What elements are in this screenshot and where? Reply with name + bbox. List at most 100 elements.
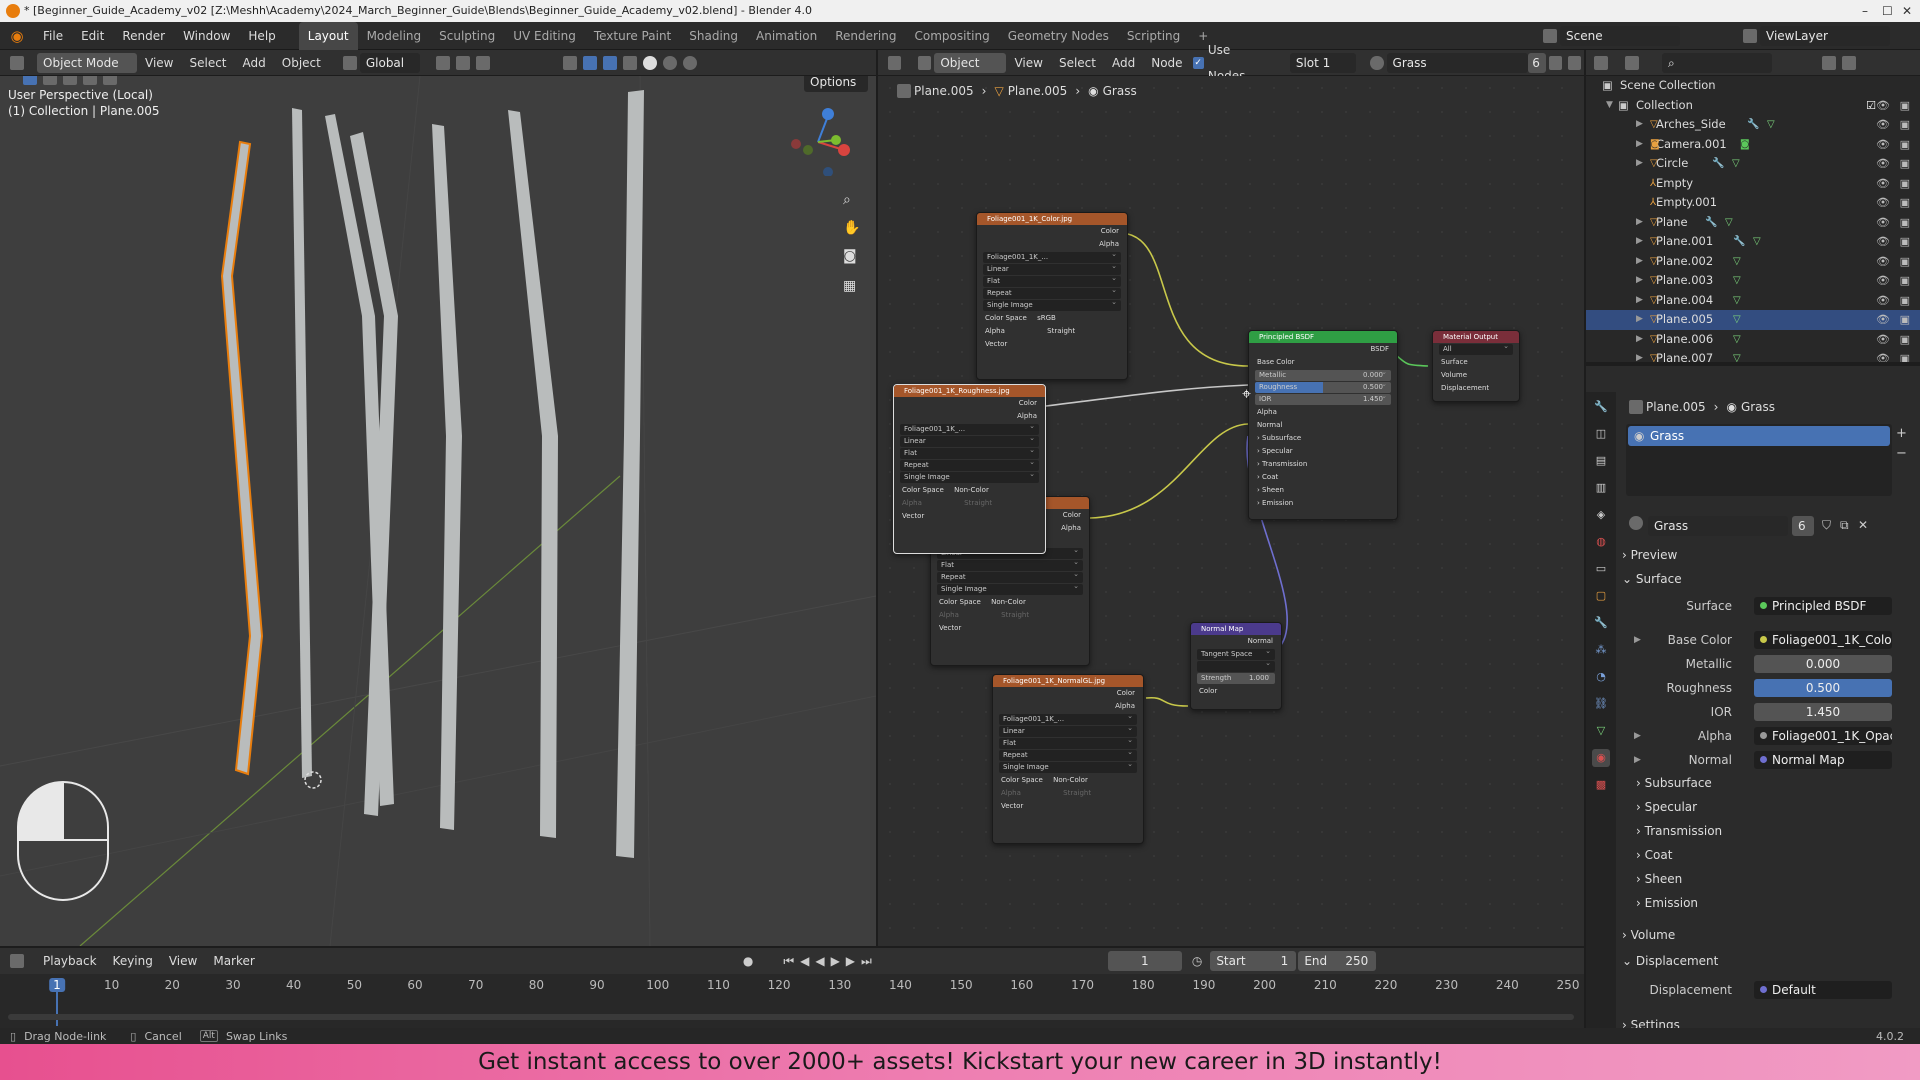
pivot-icon[interactable] xyxy=(435,55,450,70)
unlink-icon[interactable]: ✕ xyxy=(1858,518,1868,532)
expand-icon[interactable]: ▶ xyxy=(1636,252,1643,272)
mesh-data-icon[interactable]: ▽ xyxy=(1753,232,1761,252)
outliner-row[interactable]: ⅄ Empty 👁 ▣ xyxy=(1586,174,1920,194)
node-principled-bsdf[interactable]: Principled BSDF BSDF Base Color Metallic… xyxy=(1248,330,1398,520)
material-users-count[interactable]: 6 xyxy=(1528,52,1546,73)
mesh-data-icon[interactable]: ▽ xyxy=(1725,213,1733,233)
camera-render-icon[interactable]: ▣ xyxy=(1900,115,1910,135)
material-name-field[interactable]: Grass xyxy=(1386,52,1529,73)
source-dropdown[interactable]: Single Image xyxy=(900,469,1039,483)
options-button[interactable]: Options xyxy=(804,76,868,92)
expand-icon[interactable]: ▶ xyxy=(1636,154,1643,174)
ior-value[interactable]: 1.450 xyxy=(1363,394,1383,405)
image-field[interactable]: Foliage001_1K_... xyxy=(999,711,1137,725)
panel-subsurface[interactable]: › Subsurface xyxy=(1249,432,1397,445)
material-shading-icon[interactable] xyxy=(662,55,677,70)
source-dropdown[interactable]: Single Image xyxy=(937,581,1083,595)
camera-render-icon[interactable]: ▣ xyxy=(1900,252,1910,272)
extension-dropdown[interactable]: Repeat xyxy=(900,457,1039,471)
outliner-editor-icon[interactable] xyxy=(1594,55,1608,70)
metallic-value[interactable]: 0.000 xyxy=(1363,370,1383,381)
outliner-row[interactable]: ▶ ▽ Plane.007 ▽ 👁 ▣ xyxy=(1586,349,1920,362)
outliner-row[interactable]: ▶ ▽ Plane.003 ▽ 👁 ▣ xyxy=(1586,271,1920,291)
roughness-slider[interactable]: 0.500 xyxy=(1754,679,1892,697)
breadcrumb-material[interactable]: Grass xyxy=(1103,84,1137,98)
timeline-menu-marker[interactable]: Marker xyxy=(205,948,262,974)
tab-modeling[interactable]: Modeling xyxy=(358,22,431,50)
color-space-value[interactable]: sRGB xyxy=(1037,314,1056,322)
view-layer-tab-icon[interactable]: ▥ xyxy=(1592,479,1610,497)
section-displacement[interactable]: ⌄ Displacement xyxy=(1622,950,1912,972)
viewport-menu-add[interactable]: Add xyxy=(235,50,274,76)
timeline-scrollbar[interactable] xyxy=(8,1014,1574,1020)
end-frame-field[interactable]: End 250 xyxy=(1298,951,1377,971)
mesh-data-icon[interactable]: ▽ xyxy=(1767,115,1775,135)
outliner-row[interactable]: ▶ ▽ Arches_Side 🔧 ▽ 👁 ▣ xyxy=(1586,115,1920,135)
scene-selector[interactable]: Scene xyxy=(1560,26,1680,46)
display-mode-icon[interactable] xyxy=(1625,55,1639,70)
modifier-tab-icon[interactable]: 🔧 xyxy=(1592,614,1610,632)
tab-sculpting[interactable]: Sculpting xyxy=(430,22,504,50)
outliner-row[interactable]: ▶ ▽ Plane.004 ▽ 👁 ▣ xyxy=(1586,291,1920,311)
pan-hand-icon[interactable]: ✋ xyxy=(843,220,860,236)
viewport-menu-select[interactable]: Select xyxy=(181,50,234,76)
expand-icon[interactable]: ▶ xyxy=(1636,310,1643,330)
outliner-row-collection[interactable]: ▼ ▣ Collection ☑ 👁 ▣ xyxy=(1586,96,1920,116)
tab-scripting[interactable]: Scripting xyxy=(1118,22,1189,50)
playback-controls-icon[interactable]: ⏮◀◀▶▶⏭ xyxy=(783,954,878,969)
record-icon[interactable]: ● xyxy=(743,954,753,968)
modifier-icon[interactable]: 🔧 xyxy=(1705,213,1717,233)
camera-render-icon[interactable]: ▣ xyxy=(1900,213,1910,233)
filter-icon[interactable] xyxy=(1822,55,1836,70)
mesh-data-icon[interactable]: ▽ xyxy=(1733,330,1741,350)
expand-icon[interactable]: ▶ xyxy=(1634,630,1641,650)
expand-icon[interactable]: ▶ xyxy=(1636,232,1643,252)
gizmo-icon[interactable] xyxy=(582,55,597,70)
expand-icon[interactable]: ▶ xyxy=(1634,726,1641,746)
texture-tab-icon[interactable]: ▩ xyxy=(1592,776,1610,794)
expand-icon[interactable]: ▶ xyxy=(1636,271,1643,291)
viewport-menu-view[interactable]: View xyxy=(137,50,181,76)
menu-edit[interactable]: Edit xyxy=(72,22,113,50)
slot-dropdown[interactable]: Slot 1 xyxy=(1289,52,1357,73)
ior-field[interactable]: 1.450 xyxy=(1754,703,1892,721)
subpanel-specular[interactable]: › Specular xyxy=(1636,796,1697,818)
alpha-mode-value[interactable]: Straight xyxy=(1047,327,1075,335)
tab-uv-editing[interactable]: UV Editing xyxy=(504,22,585,50)
collapse-icon[interactable]: ▼ xyxy=(1606,96,1613,116)
normal-field[interactable]: Normal Map xyxy=(1754,751,1892,769)
breadcrumb-object[interactable]: Plane.005 xyxy=(914,84,974,98)
expand-icon[interactable]: ▶ xyxy=(1636,291,1643,311)
projection-dropdown[interactable]: Flat xyxy=(900,445,1039,459)
expand-icon[interactable]: ▶ xyxy=(1636,135,1643,155)
mesh-data-icon[interactable]: ▽ xyxy=(1733,310,1741,330)
expand-icon[interactable]: ▶ xyxy=(1634,750,1641,770)
source-dropdown[interactable]: Single Image xyxy=(999,759,1137,773)
node-menu-node[interactable]: Node xyxy=(1143,50,1190,76)
timeline[interactable]: 1 10 20 30 40 50 60 70 80 90 100 110 120 130 140 150 160… xyxy=(0,974,1584,1028)
node-menu-add[interactable]: Add xyxy=(1104,50,1143,76)
projection-dropdown[interactable]: Flat xyxy=(999,735,1137,749)
preview-range-icon[interactable]: ◷ xyxy=(1192,954,1202,968)
tab-geometry-nodes[interactable]: Geometry Nodes xyxy=(999,22,1118,50)
select-mode-3-icon[interactable] xyxy=(83,76,97,85)
start-frame-field[interactable]: Start 1 xyxy=(1210,951,1297,971)
subpanel-transmission[interactable]: › Transmission xyxy=(1636,820,1722,842)
ortho-grid-icon[interactable]: ▦ xyxy=(843,278,856,294)
node-color-texture[interactable]: Foliage001_1K_Color.jpg Color Alpha Foli… xyxy=(976,212,1128,380)
blender-menu-icon[interactable]: ◉ xyxy=(0,27,34,45)
panel-coat[interactable]: › Coat xyxy=(1249,471,1397,484)
collection-tab-icon[interactable]: ▭ xyxy=(1592,560,1610,578)
tab-animation[interactable]: Animation xyxy=(747,22,826,50)
camera-render-icon[interactable]: ▣ xyxy=(1900,96,1910,116)
interpolation-dropdown[interactable]: Linear xyxy=(983,261,1121,275)
camera-render-icon[interactable]: ▣ xyxy=(1900,154,1910,174)
properties-editor[interactable]: 🔧 ◫ ▤ ▥ ◈ ◍ ▭ ▢ 🔧 ⁂ ◔ ⛓ ▽ ◉ ▩ Plane.005 … xyxy=(1586,366,1920,1046)
xray-icon[interactable] xyxy=(622,55,637,70)
expand-icon[interactable]: ▶ xyxy=(1636,213,1643,233)
mesh-data-icon[interactable]: ▽ xyxy=(1733,252,1741,272)
timeline-menu-view[interactable]: View xyxy=(161,948,205,974)
duplicate-material-icon[interactable] xyxy=(1567,55,1581,70)
outliner-row-scene-collection[interactable]: ▣ Scene Collection xyxy=(1586,76,1920,96)
breadcrumb-mesh[interactable]: Plane.005 xyxy=(1008,84,1068,98)
